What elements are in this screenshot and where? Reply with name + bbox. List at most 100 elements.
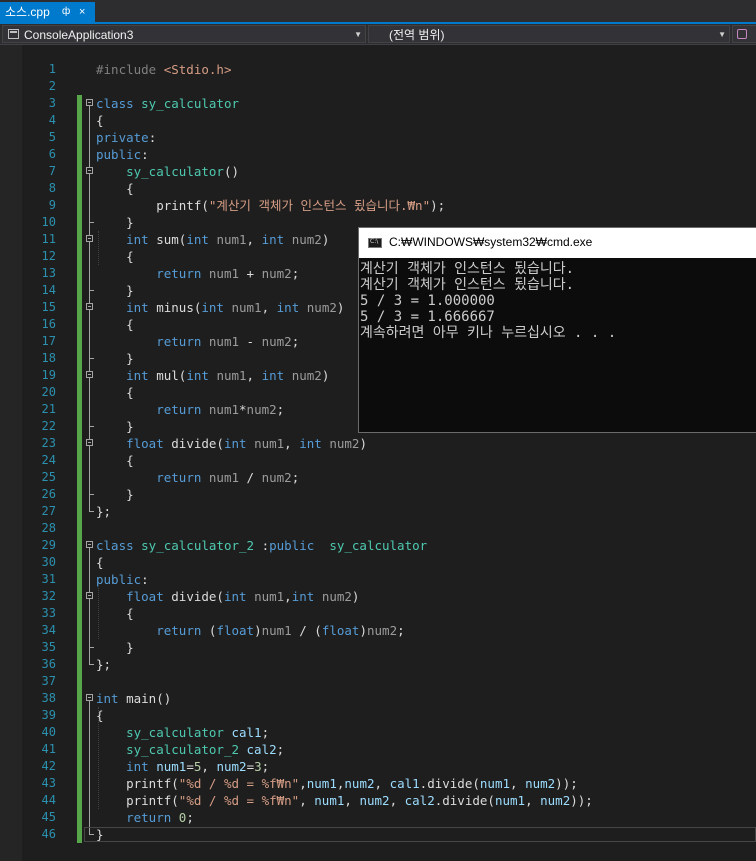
code-token: ; [276, 742, 285, 757]
code-text: int main() [96, 690, 171, 707]
code-line[interactable]: 39 { [0, 707, 756, 724]
code-line[interactable]: 8 { [0, 180, 756, 197]
code-line[interactable]: 6 public: [0, 146, 756, 163]
code-line[interactable]: 44 printf("%d / %d = %f₩n", num1, num2, … [0, 792, 756, 809]
code-token: int [126, 368, 157, 383]
code-text: printf("%d / %d = %f₩n", num1, num2, cal… [96, 792, 593, 809]
code-line[interactable]: 46} [0, 826, 756, 843]
code-token: return [156, 266, 209, 281]
code-token: { [96, 181, 134, 196]
code-line[interactable]: 28 [0, 520, 756, 537]
code-token: } [96, 283, 134, 298]
code-text: return num1 - num2; [96, 333, 299, 350]
code-text: { [96, 248, 134, 265]
code-line[interactable]: 43 printf("%d / %d = %f₩n",num1,num2, ca… [0, 775, 756, 792]
line-number: 44 [41, 793, 56, 807]
tab-source-cpp[interactable]: 소스.cpp ф × [0, 2, 95, 22]
code-line[interactable]: 23 float divide(int num1, int num2) [0, 435, 756, 452]
code-line[interactable]: 2 [0, 78, 756, 95]
code-token: 3 [254, 759, 262, 774]
code-token: public [96, 147, 142, 162]
code-token: : [141, 572, 149, 587]
scope-dropdown[interactable]: (전역 범위) ▼ [368, 25, 730, 43]
code-line[interactable]: 36}; [0, 656, 756, 673]
close-icon[interactable]: × [79, 2, 85, 22]
code-token: float [321, 623, 360, 638]
code-token: <Stdio.h> [163, 62, 232, 77]
code-line[interactable]: 3 class sy_calculator [0, 95, 756, 112]
line-number: 1 [48, 62, 56, 76]
code-line[interactable]: 33 { [0, 605, 756, 622]
code-token: : [261, 538, 270, 553]
code-token: num2 [525, 776, 556, 791]
code-token: return [126, 810, 179, 825]
code-text: int sum(int num1, int num2) [96, 231, 329, 248]
code-token: public [269, 538, 330, 553]
code-line[interactable]: 37 [0, 673, 756, 690]
code-text: #include <Stdio.h> [96, 61, 231, 78]
pin-icon[interactable]: ф [62, 2, 70, 22]
console-title-bar[interactable]: C:₩WINDOWS₩system32₩cmd.exe [359, 228, 756, 258]
code-token: num2 [261, 470, 292, 485]
code-token: { [96, 385, 134, 400]
code-line[interactable]: 38 int main() [0, 690, 756, 707]
line-number: 15 [41, 300, 56, 314]
code-token: num1 [156, 759, 187, 774]
project-icon [8, 29, 19, 39]
code-token: } [96, 640, 134, 655]
code-text: float divide(int num1, int num2) [96, 435, 367, 452]
code-token: { [96, 249, 134, 264]
line-number: 11 [41, 232, 56, 246]
code-line[interactable]: 41 sy_calculator_2 cal2; [0, 741, 756, 758]
code-token: return [156, 402, 209, 417]
line-number: 5 [48, 130, 56, 144]
code-line[interactable]: 40 sy_calculator cal1; [0, 724, 756, 741]
code-line[interactable]: 26 } [0, 486, 756, 503]
code-token: ; [276, 402, 285, 417]
code-line[interactable]: 24 { [0, 452, 756, 469]
code-line[interactable]: 1 #include <Stdio.h> [0, 61, 756, 78]
code-line[interactable]: 35 } [0, 639, 756, 656]
code-text: return 0; [96, 809, 194, 826]
console-output-line: 계산기 객체가 인스턴스 됬습니다. [360, 277, 575, 293]
code-line[interactable]: 29 class sy_calculator_2 :public sy_calcu… [0, 537, 756, 554]
code-token: ) [359, 436, 367, 451]
code-token: ) [254, 623, 262, 638]
code-line[interactable]: 30 { [0, 554, 756, 571]
code-token: divide( [171, 589, 224, 604]
code-token: printf( [96, 198, 209, 213]
code-text: { [96, 452, 134, 469]
code-line[interactable]: 25 return num1 / num2; [0, 469, 756, 486]
code-line[interactable]: 5 private: [0, 129, 756, 146]
code-line[interactable]: 32 float divide(int num1,int num2) [0, 588, 756, 605]
project-dropdown[interactable]: ConsoleApplication3 ▼ [2, 25, 366, 43]
code-line[interactable]: 42 int num1=5, num2=3; [0, 758, 756, 775]
code-token: cal1 [231, 725, 262, 740]
code-text: return (float)num1 / (float)num2; [96, 622, 404, 639]
code-token: num1 [216, 232, 247, 247]
code-token: = [186, 759, 194, 774]
code-line[interactable]: 27}; [0, 503, 756, 520]
code-line[interactable]: 31 public: [0, 571, 756, 588]
code-token: minus( [156, 300, 202, 315]
code-line[interactable]: 4{ [0, 112, 756, 129]
code-token: num1 [314, 793, 345, 808]
line-number: 14 [41, 283, 56, 297]
code-token: * [239, 402, 247, 417]
code-editor[interactable]: 1 #include <Stdio.h> 2 3 class sy_calculator… [0, 45, 756, 861]
code-token: int [126, 300, 157, 315]
code-line[interactable]: 45 return 0; [0, 809, 756, 826]
code-line[interactable]: 34 return (float)num1 / (float)num2; [0, 622, 756, 639]
code-token: .divide( [419, 776, 480, 791]
code-token: float [126, 589, 172, 604]
console-window[interactable]: C:₩WINDOWS₩system32₩cmd.exe 계산기 객체가 인스턴스… [358, 227, 756, 433]
code-text: { [96, 554, 104, 571]
code-line[interactable]: 7 sy_calculator() [0, 163, 756, 180]
code-line[interactable]: 9 printf("계산기 객체가 인스턴스 됬습니다.₩n"); [0, 197, 756, 214]
line-number: 21 [41, 402, 56, 416]
code-text: { [96, 605, 134, 622]
member-dropdown[interactable] [732, 25, 756, 43]
code-text: private: [96, 129, 156, 146]
